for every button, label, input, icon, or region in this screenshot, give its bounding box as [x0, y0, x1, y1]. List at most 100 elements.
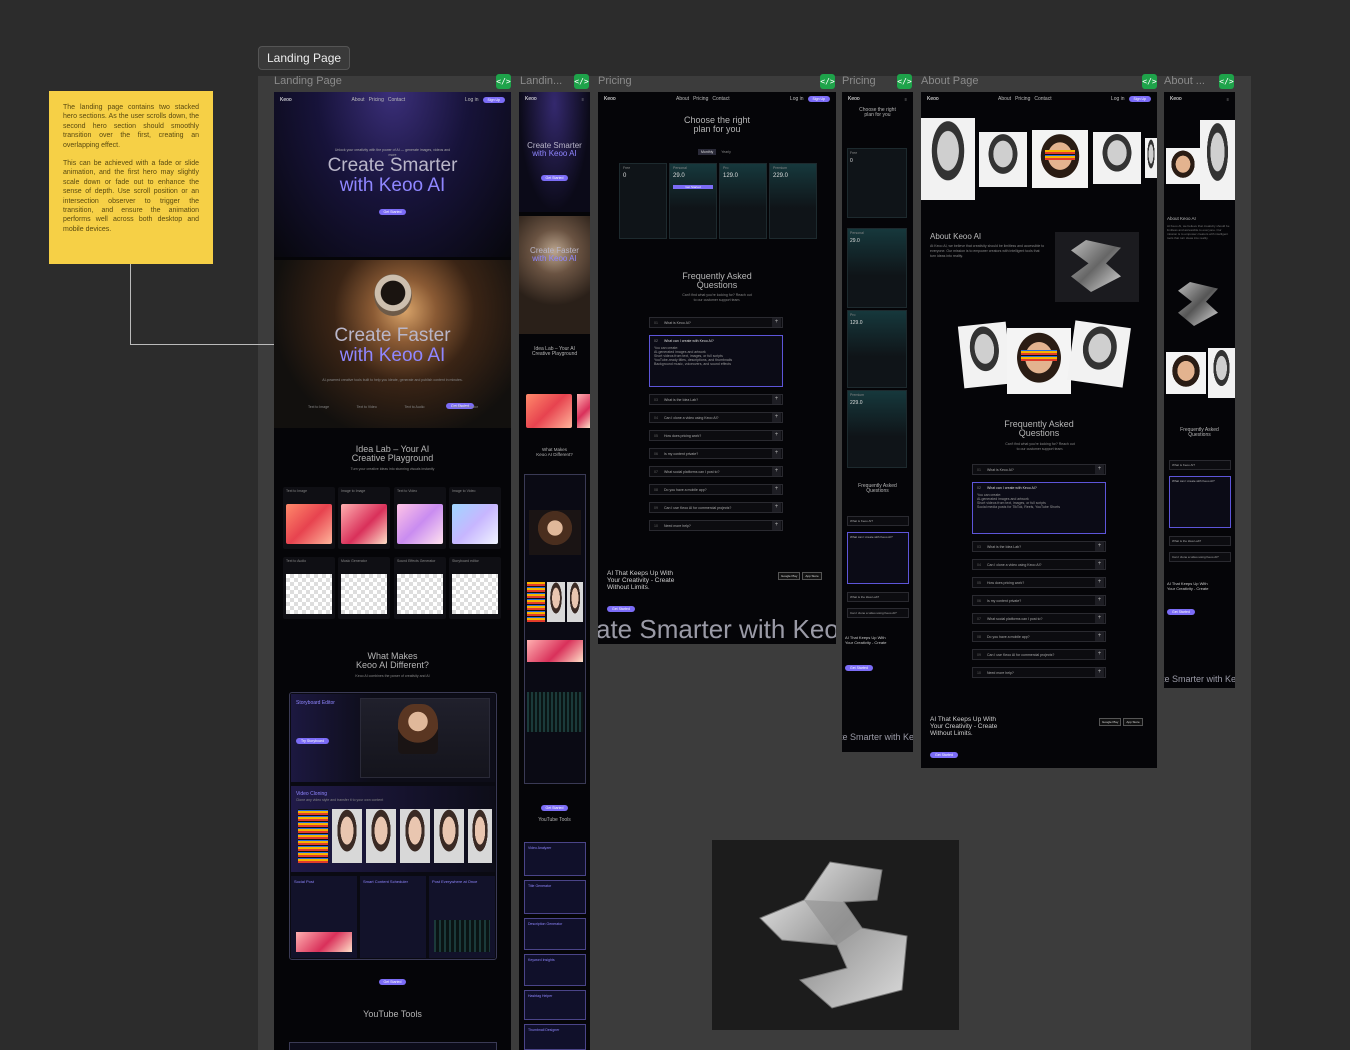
frame-label-landing-desktop[interactable]: Landing Page [274, 75, 494, 87]
frame-pricing-mobile[interactable]: Keoo ≡ Choose the right plan for you Free… [842, 92, 913, 752]
idea-card[interactable]: Storyboard editor [449, 557, 501, 619]
nav-link-pricing[interactable]: Pricing [693, 96, 708, 102]
toggle-monthly[interactable]: Monthly [698, 149, 717, 155]
mobile-about-footer-cta[interactable]: Get Started [1167, 609, 1195, 615]
faq-item[interactable]: 06 Is my content private? + [972, 595, 1106, 606]
idea-card[interactable]: Sound Effects Generator [394, 557, 446, 619]
faq-item[interactable]: 07 What social platforms can I post to? + [972, 613, 1106, 624]
faq-item[interactable]: 09 Can I use Keoo AI for commercial proje… [649, 502, 783, 513]
frame-pricing-desktop[interactable]: Keoo About Pricing Contact Log in Sign U… [598, 92, 836, 644]
frame-landing-mobile[interactable]: Keoo ≡ Create Smarter with Keoo AI Get St… [519, 92, 590, 1050]
nav-link-about[interactable]: About [998, 96, 1011, 102]
mobile-faq-item[interactable]: Can I clone a video using Keoo AI? [1169, 552, 1231, 562]
nav-logo[interactable]: Keoo [280, 97, 292, 103]
about-footer-cta[interactable]: Get Started [930, 752, 958, 758]
frame-landing-desktop[interactable]: Keoo About Pricing Contact Log in Sign U… [274, 92, 511, 1050]
nav-signup-button[interactable]: Sign Up [1128, 96, 1151, 102]
hero-cta-button[interactable]: Get Started [378, 209, 407, 215]
plus-icon[interactable]: + [1095, 542, 1104, 551]
plus-icon[interactable]: + [772, 485, 781, 494]
faq-item[interactable]: 08 Do you have a mobile app? + [972, 631, 1106, 642]
idea-card[interactable]: Music Generator [338, 557, 390, 619]
nav-login[interactable]: Log in [790, 96, 804, 102]
billing-toggle[interactable]: Monthly Yearly [698, 149, 734, 155]
nav-login[interactable]: Log in [465, 97, 479, 103]
plus-icon[interactable]: + [772, 395, 781, 404]
frame-label-pricing-desktop[interactable]: Pricing [598, 75, 798, 87]
nav-signup-button[interactable]: Sign Up [807, 96, 830, 102]
mobile-faq-expanded[interactable]: What can I create with Keoo AI? [1169, 476, 1231, 528]
faq-item[interactable]: 09 Can I use Keoo AI for commercial proje… [972, 649, 1106, 660]
mobile-plan-free[interactable]: Free 0 [847, 148, 907, 218]
mobile-plan-pro[interactable]: Pro 129.0 [847, 310, 907, 388]
mobile-faq-item[interactable]: What is Keoo AI? [847, 516, 909, 526]
nav-link-about[interactable]: About [676, 96, 689, 102]
code-icon[interactable]: </> [496, 74, 511, 89]
google-play-badge[interactable]: Google Play [1099, 718, 1122, 726]
frame-about-desktop[interactable]: Keoo About Pricing Contact Log in Sign U… [921, 92, 1157, 768]
nav-logo[interactable]: Keoo [604, 96, 616, 102]
code-icon[interactable]: </> [574, 74, 589, 89]
code-icon[interactable]: </> [1219, 74, 1234, 89]
youtube-tool-card[interactable]: Keyword Insights [524, 954, 586, 986]
youtube-tool-card[interactable]: Title Generator [524, 880, 586, 914]
plus-icon[interactable]: + [1095, 560, 1104, 569]
storyboard-cta-button[interactable]: Try Storyboard [296, 738, 330, 744]
nav-link-pricing[interactable]: Pricing [369, 97, 384, 103]
feature-strip-item[interactable]: Text to Audio [404, 405, 424, 410]
plan-card-pro[interactable]: Pro 129.0 [719, 163, 767, 239]
faq-item[interactable]: 01 What is Keoo AI? + [972, 464, 1106, 475]
faq-item-expanded[interactable]: 02 What can I create with Keoo AI? You ca… [649, 335, 783, 387]
mobile-idea-card[interactable] [577, 394, 590, 428]
faq-item[interactable]: 03 What is the Idea Lab? + [649, 394, 783, 405]
faq-item[interactable]: 05 How does pricing work? + [972, 577, 1106, 588]
youtube-tool-card[interactable]: Video Analyzer [524, 842, 586, 876]
plan-card-personal[interactable]: Personal 29.0 Get Started [669, 163, 717, 239]
nav-logo[interactable]: Keoo [927, 96, 939, 102]
menu-icon[interactable]: ≡ [582, 97, 584, 102]
plan-cta-button[interactable]: Get Started [673, 185, 713, 189]
plan-card-premium[interactable]: Premium 229.0 [769, 163, 817, 239]
idea-card[interactable]: Image to Video [449, 487, 501, 549]
nav-link-about[interactable]: About [352, 97, 365, 103]
plus-icon[interactable]: + [1095, 596, 1104, 605]
app-store-badge[interactable]: App Store [1123, 718, 1143, 726]
mobile-faq-item[interactable]: What is Keoo AI? [1169, 460, 1231, 470]
frame-about-mobile[interactable]: Keoo ≡ About Keoo AI At Keoo AI, we belie… [1164, 92, 1235, 688]
app-store-badge[interactable]: App Store [802, 572, 822, 580]
youtube-tool-card[interactable]: Description Generator [524, 918, 586, 950]
nav-link-contact[interactable]: Contact [1034, 96, 1051, 102]
plus-icon[interactable]: + [772, 467, 781, 476]
feature-strip-item[interactable]: Text to Image [308, 405, 329, 410]
toggle-yearly[interactable]: Yearly [718, 149, 734, 155]
3d-shape-image-frame[interactable] [712, 840, 959, 1030]
plus-icon[interactable]: + [772, 413, 781, 422]
different-cta-button[interactable]: Get Started [378, 979, 407, 985]
scheduler-feature[interactable]: Smart Content Scheduler [360, 876, 426, 958]
faq-item[interactable]: 04 Can I clone a video using Keoo AI? + [649, 412, 783, 423]
frame-label-landing-mobile[interactable]: Landin... [520, 75, 572, 87]
nav-logo[interactable]: Keoo [848, 96, 860, 102]
menu-icon[interactable]: ≡ [905, 97, 907, 102]
faq-item-expanded[interactable]: 02 What can I create with Keoo AI? You ca… [972, 482, 1106, 534]
footer-cta-button[interactable]: Get Started [607, 606, 635, 612]
faq-item[interactable]: 06 Is my content private? + [649, 448, 783, 459]
section-title-tab[interactable]: Landing Page [258, 46, 351, 70]
plus-icon[interactable]: + [1095, 650, 1104, 659]
mobile-plan-premium[interactable]: Premium 229.0 [847, 390, 907, 468]
plus-icon[interactable]: + [1095, 614, 1104, 623]
frame-label-about-desktop[interactable]: About Page [921, 75, 1121, 87]
faq-item[interactable]: 04 Can I clone a video using Keoo AI? + [972, 559, 1106, 570]
faq-item[interactable]: 10 Need more help? + [972, 667, 1106, 678]
feature-strip-item[interactable]: Text to Video [357, 405, 377, 410]
youtube-tool-card[interactable]: Thumbnail Designer [524, 1024, 586, 1050]
plus-icon[interactable]: + [772, 318, 781, 327]
plus-icon[interactable]: + [772, 431, 781, 440]
nav-login[interactable]: Log in [1111, 96, 1125, 102]
mobile-hero-cta[interactable]: Get Started [540, 175, 569, 181]
code-icon[interactable]: </> [897, 74, 912, 89]
mobile-faq-item[interactable]: Can I clone a video using Keoo AI? [847, 608, 909, 618]
idea-card[interactable]: Image to Image [338, 487, 390, 549]
frame-label-pricing-mobile[interactable]: Pricing [842, 75, 892, 87]
nav-link-contact[interactable]: Contact [712, 96, 729, 102]
